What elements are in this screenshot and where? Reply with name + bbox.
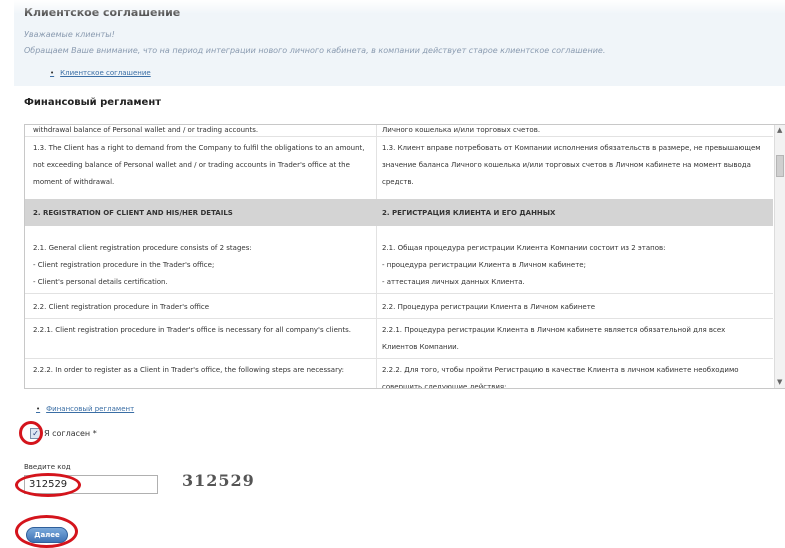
clause-ru: - процедура регистрации Клиента в Личном… xyxy=(382,261,586,269)
clause-en: 1.3. The Client has a right to demand fr… xyxy=(33,144,365,186)
clause-en: - Client's personal details certificatio… xyxy=(33,278,168,286)
agreement-section: Клиентское соглашение Уважаемые клиенты!… xyxy=(14,0,785,86)
code-input[interactable] xyxy=(24,475,158,494)
check-icon: ✓ xyxy=(32,429,39,438)
client-agreement-link[interactable]: • Клиентское соглашение xyxy=(50,69,151,77)
agreement-title: Клиентское соглашение xyxy=(24,6,181,19)
regulations-text-box[interactable]: withdrawal balance of Personal wallet an… xyxy=(24,124,785,389)
row-divider xyxy=(25,293,773,294)
agree-label: Я согласен * xyxy=(44,429,97,438)
column-divider xyxy=(376,125,377,199)
clause-ru: 2.2.1. Процедура регистрации Клиента в Л… xyxy=(382,326,726,351)
clause-ru: 2.2. Процедура регистрации Клиента в Лич… xyxy=(382,303,596,311)
captcha-image: 312529 xyxy=(182,471,255,490)
scroll-down-arrow-icon[interactable]: ▼ xyxy=(777,379,782,386)
financial-regulations-link[interactable]: • Финансовый регламент xyxy=(36,405,134,413)
regulations-heading: Финансовый регламент xyxy=(24,97,162,108)
clause-en: - Client registration procedure in the T… xyxy=(33,261,215,269)
clause-ru: 1.3. Клиент вправе потребовать от Компан… xyxy=(382,144,761,186)
row-divider xyxy=(25,136,773,137)
bullet-icon: • xyxy=(50,69,55,77)
clause-en: 2.2. Client registration procedure in Tr… xyxy=(33,303,210,311)
clause-ru: 2.1. Общая процедура регистрации Клиента… xyxy=(382,244,666,252)
next-button[interactable]: Далее xyxy=(26,527,68,543)
clause-en: 2.2.2. In order to register as a Client … xyxy=(33,366,344,374)
clause-ru: 2.2.2. Для того, чтобы пройти Регистраци… xyxy=(382,366,739,389)
financial-regulations-link-label: Финансовый регламент xyxy=(46,405,135,413)
clause-ru: - аттестация личных данных Клиента. xyxy=(382,278,525,286)
scrollbar[interactable]: ▲ ▼ xyxy=(774,125,785,388)
scroll-up-arrow-icon[interactable]: ▲ xyxy=(777,127,782,134)
section-title-ru: 2. РЕГИСТРАЦИЯ КЛИЕНТА И ЕГО ДАННЫХ xyxy=(382,209,556,217)
greeting-text: Уважаемые клиенты! xyxy=(24,30,115,39)
scroll-thumb[interactable] xyxy=(776,155,784,177)
clause-en: 2.1. General client registration procedu… xyxy=(33,244,252,252)
code-label: Введите код xyxy=(24,463,71,471)
notice-text: Обращаем Ваше внимание, что на период ин… xyxy=(24,46,606,55)
row-divider xyxy=(25,318,773,319)
column-divider xyxy=(376,226,377,388)
bullet-icon: • xyxy=(36,405,41,413)
agree-checkbox[interactable]: ✓ xyxy=(30,428,41,439)
section-title-en: 2. REGISTRATION OF CLIENT AND HIS/HER DE… xyxy=(33,209,233,217)
row-divider xyxy=(25,358,773,359)
client-agreement-link-label: Клиентское соглашение xyxy=(60,69,151,77)
clause-en: 2.2.1. Client registration procedure in … xyxy=(33,326,351,334)
